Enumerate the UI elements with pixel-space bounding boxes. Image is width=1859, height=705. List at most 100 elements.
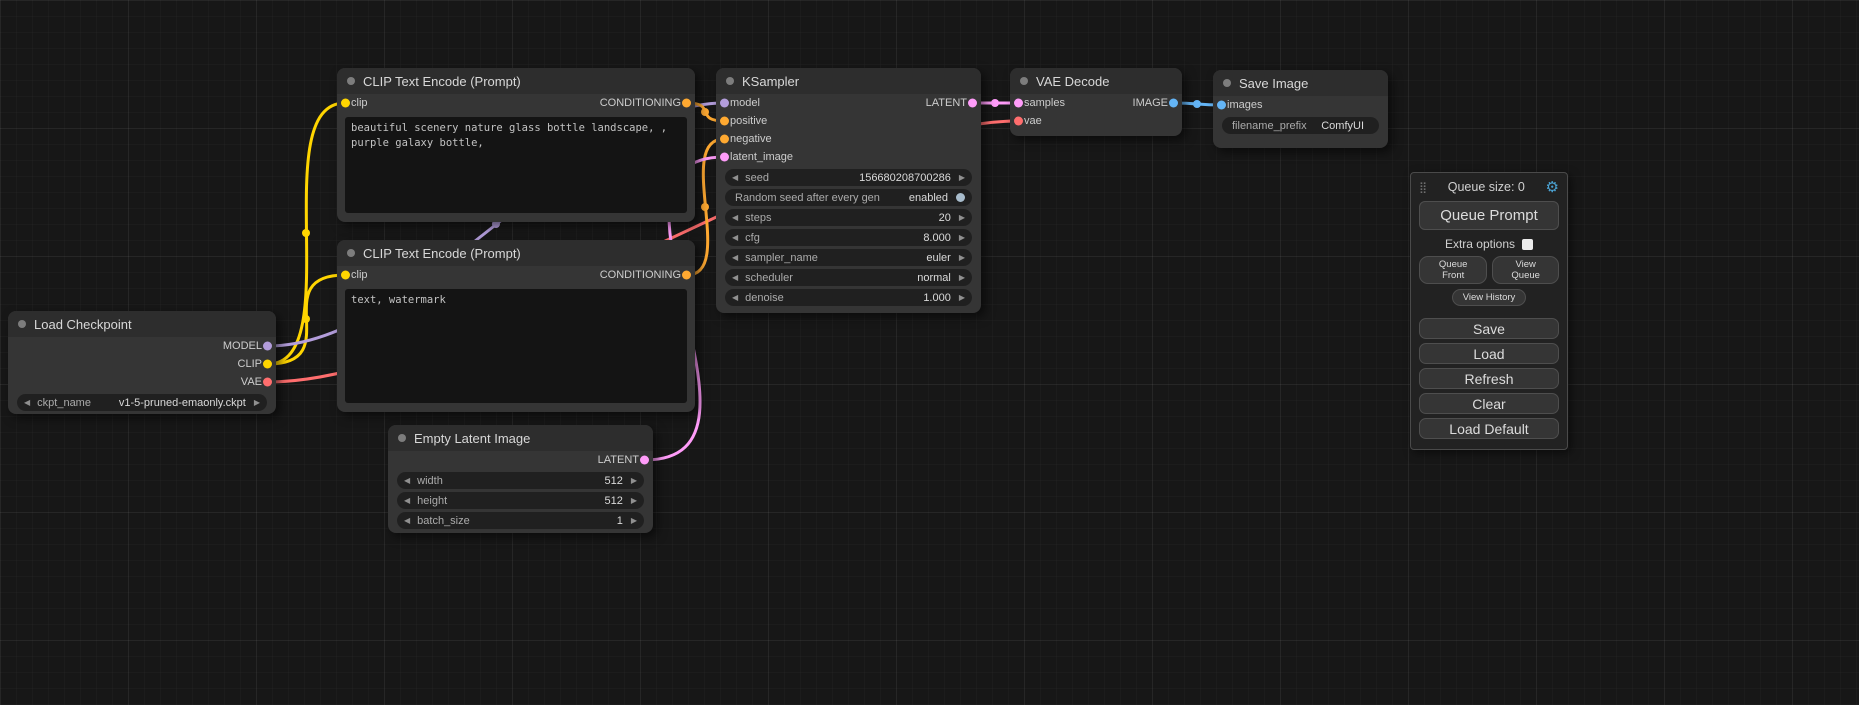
extra-options-checkbox[interactable]	[1522, 239, 1533, 250]
input-slot-latent-image: latent_image	[716, 148, 981, 166]
steps-widget[interactable]: ◀ steps 20 ▶	[725, 209, 972, 226]
view-queue-button[interactable]: View Queue	[1492, 256, 1559, 284]
scheduler-widget[interactable]: ◀ scheduler normal ▶	[725, 269, 972, 286]
decrement-arrow-icon[interactable]: ◀	[732, 254, 738, 262]
clip-input-label: clip	[351, 269, 368, 281]
latent-output-dot[interactable]	[640, 456, 649, 465]
collapse-dot-icon[interactable]	[1223, 79, 1231, 87]
increment-arrow-icon[interactable]: ▶	[959, 294, 965, 302]
increment-arrow-icon[interactable]: ▶	[254, 399, 260, 407]
view-history-button[interactable]: View History	[1452, 289, 1527, 306]
negative-prompt-textarea[interactable]: text, watermark	[345, 289, 687, 403]
node-vae-decode[interactable]: VAE Decode samples IMAGE vae	[1010, 68, 1182, 136]
conditioning-output-dot[interactable]	[682, 99, 691, 108]
collapse-dot-icon[interactable]	[398, 434, 406, 442]
increment-arrow-icon[interactable]: ▶	[631, 477, 637, 485]
refresh-button[interactable]: Refresh	[1419, 368, 1559, 389]
filename-prefix-widget[interactable]: filename_prefix ComfyUI	[1222, 117, 1379, 134]
node-title-bar[interactable]: Load Checkpoint	[8, 311, 276, 337]
node-clip-text-encode-negative[interactable]: CLIP Text Encode (Prompt) clip CONDITION…	[337, 240, 695, 412]
input-slot-images: images	[1213, 96, 1388, 114]
images-input-dot[interactable]	[1217, 101, 1226, 110]
collapse-dot-icon[interactable]	[1020, 77, 1028, 85]
collapse-dot-icon[interactable]	[347, 77, 355, 85]
ckpt-name-widget[interactable]: ◀ ckpt_name v1-5-pruned-emaonly.ckpt ▶	[17, 394, 267, 411]
decrement-arrow-icon[interactable]: ◀	[732, 214, 738, 222]
queue-panel: ⣿ Queue size: 0 ⚙ Queue Prompt Extra opt…	[1410, 172, 1568, 450]
toggle-dot-icon[interactable]	[956, 193, 965, 202]
samples-input-dot[interactable]	[1014, 99, 1023, 108]
height-value: 512	[604, 495, 622, 507]
node-save-image[interactable]: Save Image images filename_prefix ComfyU…	[1213, 70, 1388, 148]
increment-arrow-icon[interactable]: ▶	[959, 234, 965, 242]
batch-size-widget[interactable]: ◀ batch_size 1 ▶	[397, 512, 644, 529]
node-ksampler[interactable]: KSampler model LATENT positive negative …	[716, 68, 981, 313]
queue-front-button[interactable]: Queue Front	[1419, 256, 1487, 284]
random-seed-value: enabled	[909, 192, 948, 204]
decrement-arrow-icon[interactable]: ◀	[404, 517, 410, 525]
decrement-arrow-icon[interactable]: ◀	[732, 274, 738, 282]
decrement-arrow-icon[interactable]: ◀	[732, 234, 738, 242]
node-title: VAE Decode	[1036, 74, 1109, 89]
queue-prompt-button[interactable]: Queue Prompt	[1419, 201, 1559, 230]
drag-handle-icon[interactable]: ⣿	[1419, 181, 1427, 194]
cfg-value: 8.000	[923, 232, 951, 244]
node-empty-latent-image[interactable]: Empty Latent Image LATENT ◀ width 512 ▶ …	[388, 425, 653, 533]
decrement-arrow-icon[interactable]: ◀	[24, 399, 30, 407]
image-output-dot[interactable]	[1169, 99, 1178, 108]
node-title-bar[interactable]: Save Image	[1213, 70, 1388, 96]
wire-midpoint-dot	[701, 108, 709, 116]
graph-canvas[interactable]: Load Checkpoint MODEL CLIP VAE ◀ ckpt_na…	[0, 0, 1859, 705]
latent-output-dot[interactable]	[968, 99, 977, 108]
decrement-arrow-icon[interactable]: ◀	[404, 497, 410, 505]
decrement-arrow-icon[interactable]: ◀	[732, 294, 738, 302]
height-widget[interactable]: ◀ height 512 ▶	[397, 492, 644, 509]
positive-prompt-textarea[interactable]: beautiful scenery nature glass bottle la…	[345, 117, 687, 213]
clip-output-dot[interactable]	[263, 360, 272, 369]
node-title-bar[interactable]: CLIP Text Encode (Prompt)	[337, 240, 695, 266]
decrement-arrow-icon[interactable]: ◀	[732, 174, 738, 182]
node-title-bar[interactable]: CLIP Text Encode (Prompt)	[337, 68, 695, 94]
conditioning-output-dot[interactable]	[682, 271, 691, 280]
model-output-dot[interactable]	[263, 342, 272, 351]
seed-value: 156680208700286	[859, 172, 951, 184]
increment-arrow-icon[interactable]: ▶	[959, 254, 965, 262]
node-title-bar[interactable]: KSampler	[716, 68, 981, 94]
clip-input-dot[interactable]	[341, 271, 350, 280]
increment-arrow-icon[interactable]: ▶	[959, 274, 965, 282]
decrement-arrow-icon[interactable]: ◀	[404, 477, 410, 485]
increment-arrow-icon[interactable]: ▶	[631, 497, 637, 505]
save-button[interactable]: Save	[1419, 318, 1559, 339]
collapse-dot-icon[interactable]	[347, 249, 355, 257]
collapse-dot-icon[interactable]	[18, 320, 26, 328]
vae-input-dot[interactable]	[1014, 117, 1023, 126]
clear-button[interactable]: Clear	[1419, 393, 1559, 414]
denoise-label: denoise	[745, 292, 784, 304]
sampler-name-widget[interactable]: ◀ sampler_name euler ▶	[725, 249, 972, 266]
negative-input-label: negative	[730, 133, 772, 145]
cfg-widget[interactable]: ◀ cfg 8.000 ▶	[725, 229, 972, 246]
negative-input-dot[interactable]	[720, 135, 729, 144]
collapse-dot-icon[interactable]	[726, 77, 734, 85]
increment-arrow-icon[interactable]: ▶	[631, 517, 637, 525]
denoise-widget[interactable]: ◀ denoise 1.000 ▶	[725, 289, 972, 306]
positive-input-dot[interactable]	[720, 117, 729, 126]
random-seed-toggle-widget[interactable]: Random seed after every gen enabled	[725, 189, 972, 206]
node-title-bar[interactable]: VAE Decode	[1010, 68, 1182, 94]
increment-arrow-icon[interactable]: ▶	[959, 174, 965, 182]
clip-input-dot[interactable]	[341, 99, 350, 108]
vae-output-dot[interactable]	[263, 378, 272, 387]
width-widget[interactable]: ◀ width 512 ▶	[397, 472, 644, 489]
node-load-checkpoint[interactable]: Load Checkpoint MODEL CLIP VAE ◀ ckpt_na…	[8, 311, 276, 414]
model-input-dot[interactable]	[720, 99, 729, 108]
node-title-bar[interactable]: Empty Latent Image	[388, 425, 653, 451]
load-default-button[interactable]: Load Default	[1419, 418, 1559, 439]
settings-gear-icon[interactable]: ⚙	[1546, 180, 1559, 195]
latent-image-input-dot[interactable]	[720, 153, 729, 162]
load-button[interactable]: Load	[1419, 343, 1559, 364]
seed-widget[interactable]: ◀ seed 156680208700286 ▶	[725, 169, 972, 186]
node-clip-text-encode-positive[interactable]: CLIP Text Encode (Prompt) clip CONDITION…	[337, 68, 695, 222]
vae-output-label: VAE	[241, 376, 262, 388]
batch-size-label: batch_size	[417, 515, 470, 527]
increment-arrow-icon[interactable]: ▶	[959, 214, 965, 222]
